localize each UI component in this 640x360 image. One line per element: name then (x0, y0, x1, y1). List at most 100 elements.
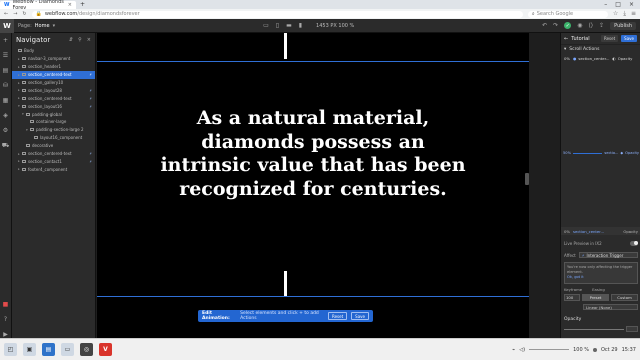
navigator-icon[interactable]: ☰ (3, 52, 8, 59)
volume-slider[interactable] (529, 348, 570, 351)
navigator-item-label: section_layout16 (28, 103, 62, 109)
pin-icon[interactable]: ⚲ (78, 37, 82, 43)
vivaldi-icon[interactable]: V (99, 343, 112, 356)
download-icon[interactable]: ⤓ (623, 10, 626, 18)
tablet-icon[interactable]: ▯ (276, 22, 279, 29)
canvas-resize-handle[interactable] (525, 173, 529, 185)
navigator-item[interactable]: ▸ section_layout28 ⚡ (12, 86, 95, 94)
back-icon[interactable]: ← (4, 11, 8, 17)
keyframe-input[interactable]: 100 (564, 294, 580, 301)
live-preview-toggle[interactable] (630, 240, 638, 246)
network-icon[interactable]: ⌁ (512, 347, 515, 353)
navigator-item[interactable]: ▾ padding-section-large 2 (12, 126, 95, 134)
minimize-icon[interactable]: – (604, 1, 607, 8)
browser-icon[interactable]: ◎ (80, 343, 93, 356)
pages-icon[interactable]: ▤ (3, 67, 9, 74)
opacity-input[interactable] (626, 326, 638, 332)
navigator-item[interactable]: Body (12, 47, 95, 55)
start-menu-icon[interactable]: ◰ (4, 343, 17, 356)
settings-icon[interactable]: ⚙ (3, 127, 8, 134)
address-bar[interactable]: 🔒 webflow.com /design/diamondsforever (31, 10, 523, 18)
undo-icon[interactable]: ↶ (542, 22, 547, 29)
alert-icon[interactable]: ■ (3, 301, 9, 308)
navigator-item[interactable]: ▸ section_gallery10 (12, 79, 95, 87)
navigator-item[interactable]: decorative (12, 142, 95, 150)
centered-headline[interactable]: As a natural material, diamonds possess … (153, 107, 473, 201)
opacity-slider[interactable] (564, 328, 624, 330)
forward-icon[interactable]: → (13, 11, 17, 17)
volume-icon[interactable]: ◁) (519, 347, 525, 353)
browser-tab[interactable]: W Webflow - Diamonds Forev × (0, 0, 76, 11)
folder-icon[interactable]: ▭ (61, 343, 74, 356)
mobile-landscape-icon[interactable]: ▬ (286, 22, 292, 29)
timeline-property: Opacity (625, 151, 639, 155)
navigator-item[interactable]: ▸ section_contact1 ⚡ (12, 157, 95, 165)
code-icon[interactable]: ⟨⟩ (588, 22, 593, 29)
navigator-item-label: section_gallery10 (28, 80, 64, 85)
collapse-all-icon[interactable]: ⇵ (69, 37, 73, 43)
video-icon[interactable]: ▶ (3, 331, 8, 338)
close-panel-icon[interactable]: × (87, 37, 91, 43)
navigator-item[interactable]: ▸ footer4_component (12, 165, 95, 173)
page-selector[interactable]: Page: Home ▾ (18, 23, 55, 29)
timeline-row[interactable]: 50% sectio... ◆ Opacity (563, 149, 639, 157)
reset-animation-button[interactable]: Reset (327, 312, 348, 320)
tab-close-icon[interactable]: × (68, 2, 72, 8)
desktop-icon[interactable]: ▭ (263, 22, 269, 29)
timeline-target: sectio... (604, 151, 619, 155)
close-window-icon[interactable]: × (629, 1, 634, 8)
terminal-icon[interactable]: ▣ (23, 343, 36, 356)
back-arrow-icon[interactable]: ← (564, 36, 568, 42)
affect-select[interactable]: ⚡ Interaction Trigger (578, 252, 638, 258)
preview-icon[interactable]: ◉ (577, 22, 582, 29)
chevron-down-icon: ▾ (52, 22, 56, 29)
action-row[interactable]: 0% ● section_center... ◐ Opacity (561, 54, 640, 63)
navigator-item[interactable]: ▸ section_centered-text ⚡ (12, 94, 95, 102)
navigator-item[interactable]: layout16_component (12, 134, 95, 142)
symbols-icon[interactable]: ◈ (3, 112, 8, 119)
reload-icon[interactable]: ↻ (22, 11, 26, 17)
bookmark-icon[interactable]: ☆ (613, 10, 618, 18)
navigator-item[interactable]: container-large (12, 118, 95, 126)
navigator-header: Navigator ⇵ ⚲ × (12, 33, 95, 47)
url-path: /design/diamondsforever (77, 11, 140, 17)
scroll-actions-header[interactable]: ▾ Scroll Actions (561, 45, 640, 54)
selected-action-row[interactable]: 0% section_center... Opacity (561, 227, 640, 235)
timeline-marker-icon[interactable]: ◆ (620, 151, 623, 155)
ok-got-it-link[interactable]: Ok, got it (567, 275, 584, 279)
navigator-item[interactable]: ▸ section_centered-text ⚡ (12, 150, 95, 158)
menu-icon[interactable]: ≡ (631, 10, 636, 18)
interaction-lightning-icon: ⚡ (89, 72, 92, 78)
search-box[interactable]: ⌕ Search Google (527, 10, 608, 18)
navigator-item[interactable]: ▾ section_layout16 ⚡ (12, 102, 95, 110)
topbar-actions: ↶ ↷ ✓ ◉ ⟨⟩ ⇪ Publish (542, 21, 640, 30)
easing-select[interactable]: Linear (None) (583, 304, 638, 310)
navigator-item[interactable]: ▸ section_header1 (12, 63, 95, 71)
new-tab-button[interactable]: + (80, 1, 85, 8)
save-animation-button[interactable]: Save (351, 312, 369, 320)
add-elements-icon[interactable]: + (3, 37, 8, 44)
assets-icon[interactable]: ▦ (3, 97, 9, 104)
cms-icon[interactable]: ⛁ (3, 82, 8, 89)
navigator-item[interactable]: ▾ padding-global (12, 110, 95, 118)
webflow-logo[interactable]: W (0, 18, 14, 33)
decorative-line-top (284, 33, 287, 59)
panel-save-button[interactable]: Save (621, 35, 637, 42)
publish-button[interactable]: Publish (610, 21, 636, 30)
maximize-icon[interactable]: □ (615, 1, 621, 8)
panel-reset-button[interactable]: Reset (600, 35, 619, 42)
element-box-icon (34, 136, 38, 140)
help-icon[interactable]: ? (4, 316, 7, 323)
easing-custom-tab[interactable]: Custom (611, 294, 638, 301)
share-icon[interactable]: ⇪ (599, 22, 604, 29)
navigator-item-label: container-large (36, 119, 67, 125)
element-box-icon (22, 81, 26, 84)
mobile-icon[interactable]: ▮ (299, 22, 302, 29)
redo-icon[interactable]: ↷ (553, 22, 558, 29)
navigator-item[interactable]: ▸ section_centered-text ⚡ (12, 70, 95, 79)
design-canvas[interactable]: As a natural material, diamonds possess … (97, 33, 529, 338)
navigator-item[interactable]: ▸ navbar-3_component (12, 55, 95, 63)
ecommerce-icon[interactable]: ⛟ (2, 142, 10, 150)
easing-preset-tab[interactable]: Preset (582, 294, 609, 301)
file-manager-icon[interactable]: ▤ (42, 343, 55, 356)
